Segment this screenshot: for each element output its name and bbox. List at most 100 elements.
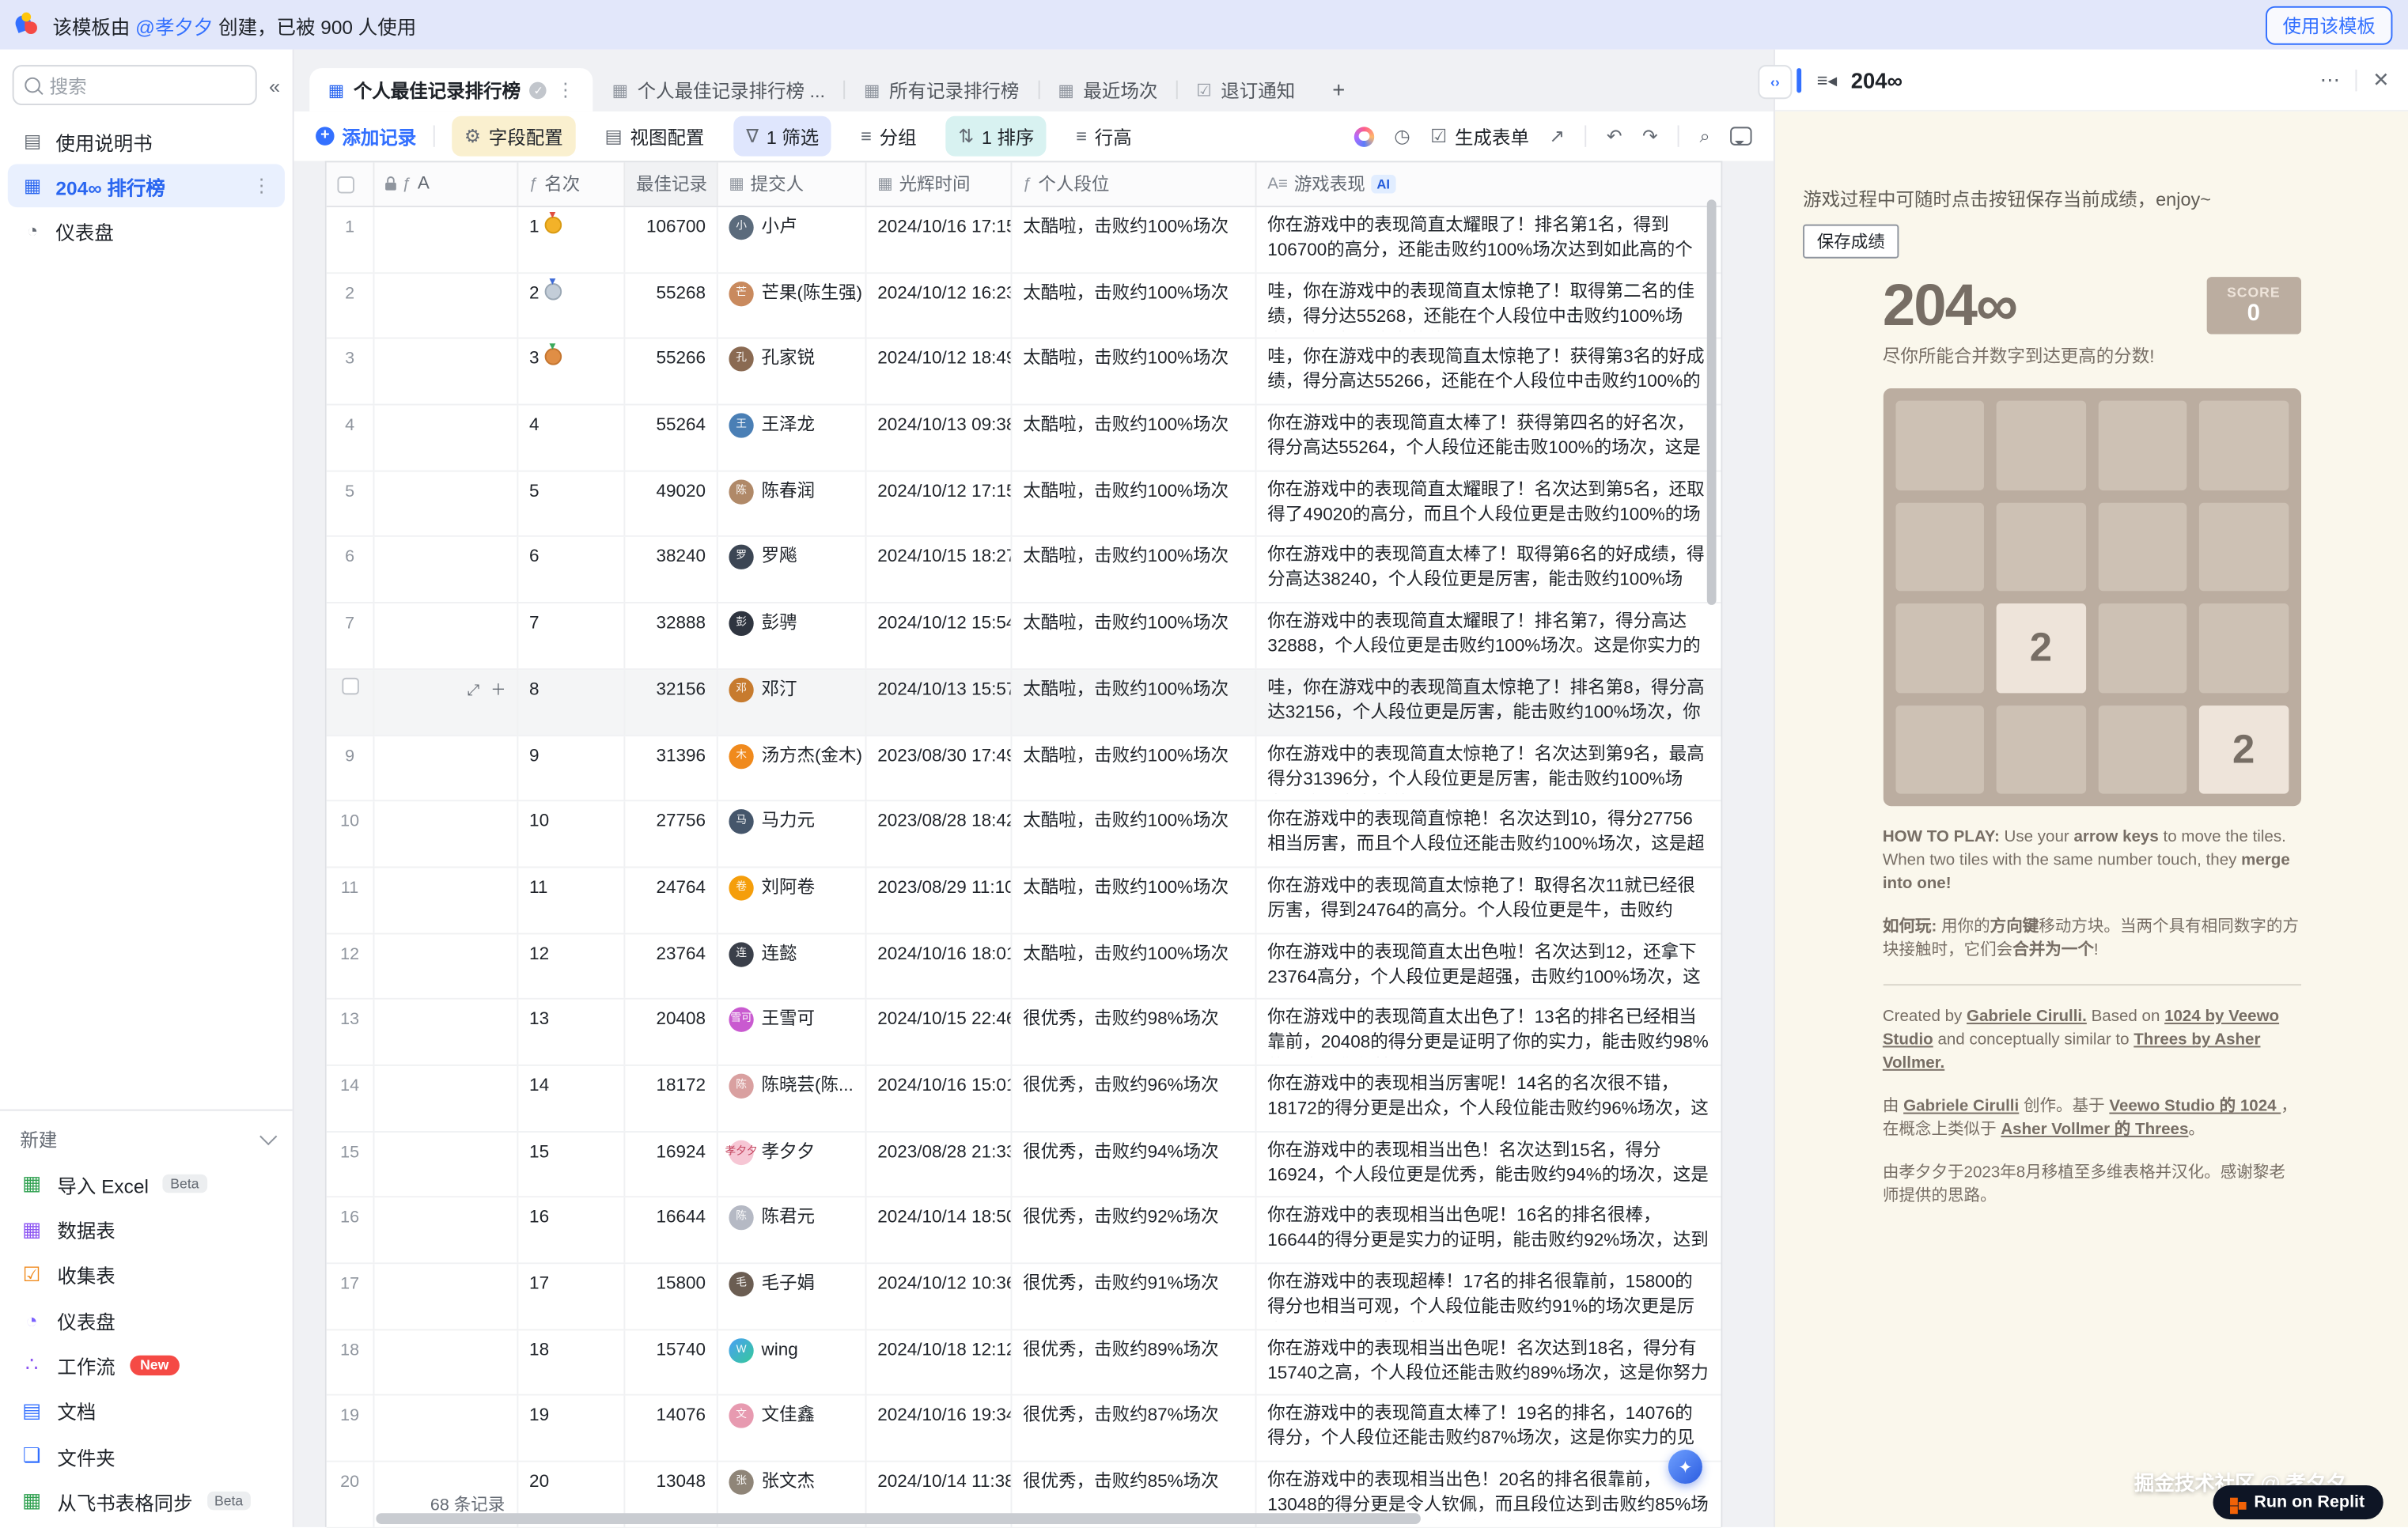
cell-tier[interactable]: 很优秀，击败约91%场次 <box>1012 1264 1256 1329</box>
table-row[interactable]: 121223764连连懿2024/10/16 18:01太酷啦，击败约100%场… <box>327 934 1721 1000</box>
cell-a[interactable] <box>374 406 518 471</box>
sidebar-item-dashboard[interactable]: ◔仪表盘 <box>8 209 285 252</box>
sidebar-collapse-icon[interactable]: « <box>269 74 280 96</box>
ai-magic-icon[interactable] <box>1354 126 1373 146</box>
cell-tier[interactable]: 太酷啦，击败约100%场次 <box>1012 736 1256 800</box>
cell-performance[interactable]: 你在游戏中的表现简直太出色啦！名次达到12，还拿下23764高分，个人段位更是超… <box>1257 934 1721 991</box>
cell-time[interactable]: 2023/08/28 18:42 <box>867 802 1013 867</box>
cell-score[interactable]: 55268 <box>625 274 717 339</box>
column-header-submitter[interactable]: ▦提交人 <box>718 162 867 206</box>
cell-time[interactable]: 2024/10/18 12:12 <box>867 1330 1013 1395</box>
cell-submitter[interactable]: 芒芒果(陈生强) <box>718 274 867 339</box>
cell-submitter[interactable]: 王王泽龙 <box>718 406 867 471</box>
cell-time[interactable]: 2024/10/13 09:38 <box>867 406 1013 471</box>
cell-a[interactable] <box>374 603 518 668</box>
view-config-button[interactable]: ▤视图配置 <box>593 116 717 157</box>
column-header-rank[interactable]: ƒ名次 <box>518 162 625 206</box>
cell-rank[interactable]: 16 <box>518 1198 625 1263</box>
cell-a[interactable] <box>374 1330 518 1395</box>
cell-performance[interactable]: 你在游戏中的表现简直太棒了！19名的排名，14076的得分，个人段位还能击败约8… <box>1257 1396 1721 1453</box>
cell-score[interactable]: 38240 <box>625 538 717 603</box>
cell-rank[interactable]: 13 <box>518 1000 625 1065</box>
select-all-checkbox[interactable] <box>327 162 375 206</box>
cell-performance[interactable]: 你在游戏中的表现简直太耀眼了！排名第1名，得到106700的高分，还能击败约10… <box>1257 207 1721 264</box>
table-row[interactable]: 9931396木汤方杰(金木)2023/08/30 17:49太酷啦，击败约10… <box>327 736 1721 802</box>
cell-tier[interactable]: 太酷啦，击败约100%场次 <box>1012 802 1256 867</box>
cell-performance[interactable]: 你在游戏中的表现相当出色！20名的排名很靠前，13048的得分更是令人钦佩，而且… <box>1257 1462 1721 1519</box>
new-section-header[interactable]: 新建 <box>0 1123 293 1162</box>
cell-rank[interactable]: 1 <box>518 207 625 272</box>
column-header-score[interactable]: 最佳记录 <box>625 162 717 206</box>
row-checkbox[interactable] <box>327 670 375 735</box>
cell-score[interactable]: 23764 <box>625 934 717 999</box>
cell-submitter[interactable]: 毛毛子娟 <box>718 1264 867 1329</box>
cell-tier[interactable]: 太酷啦，击败约100%场次 <box>1012 471 1256 536</box>
vertical-scrollbar[interactable] <box>1707 199 1717 605</box>
cell-performance[interactable]: 你在游戏中的表现简直太棒了！获得第四名的好名次，得分高达55264，个人段位还能… <box>1257 406 1721 463</box>
cell-submitter[interactable]: 孔孔家锐 <box>718 339 867 404</box>
table-row[interactable]: 101027756马马力元2023/08/28 18:42太酷啦，击败约100%… <box>327 802 1721 868</box>
author-link[interactable]: @孝夕夕 <box>135 17 213 38</box>
cell-tier[interactable]: 太酷啦，击败约100%场次 <box>1012 603 1256 668</box>
cell-a[interactable] <box>374 736 518 800</box>
cell-tier[interactable]: 太酷啦，击败约100%场次 <box>1012 339 1256 404</box>
close-icon[interactable]: ✕ <box>2372 67 2389 92</box>
cell-performance[interactable]: 你在游戏中的表现简直太耀眼了！排名第7，得分高达32888，个人段位更是击败约1… <box>1257 603 1721 660</box>
cell-rank[interactable]: 18 <box>518 1330 625 1395</box>
filter-button[interactable]: ∇1 筛选 <box>734 116 831 157</box>
cell-tier[interactable]: 很优秀，击败约96%场次 <box>1012 1066 1256 1131</box>
cell-rank[interactable]: 7 <box>518 603 625 668</box>
cell-submitter[interactable]: 小小卢 <box>718 207 867 272</box>
cell-performance[interactable]: 你在游戏中的表现简直太出色了！13名的排名已经相当靠前，20408的得分更是证明… <box>1257 1000 1721 1057</box>
field-config-button[interactable]: ⚙字段配置 <box>452 116 575 157</box>
expand-record-icon[interactable]: ⤢ <box>468 679 480 703</box>
cell-rank[interactable]: 8 <box>518 670 625 735</box>
cell-tier[interactable]: 很优秀，击败约89%场次 <box>1012 1330 1256 1395</box>
cell-time[interactable]: 2024/10/12 15:54 <box>867 603 1013 668</box>
find-in-table-icon[interactable]: ⌕ <box>1700 124 1710 147</box>
cell-performance[interactable]: 你在游戏中的表现简直太耀眼了！名次达到第5名，还取得了49020的高分，而且个人… <box>1257 471 1721 528</box>
cell-score[interactable]: 18172 <box>625 1066 717 1131</box>
cell-score[interactable]: 14076 <box>625 1396 717 1461</box>
cell-rank[interactable]: 12 <box>518 934 625 999</box>
cell-rank[interactable]: 10 <box>518 802 625 867</box>
table-row[interactable]: 161616644陈陈君元2024/10/14 18:50很优秀，击败约92%场… <box>327 1198 1721 1265</box>
credit-link[interactable]: Gabriele Cirulli <box>1903 1097 2019 1115</box>
cell-rank[interactable]: 14 <box>518 1066 625 1131</box>
new-item-doc[interactable]: ▤文档 <box>0 1388 293 1433</box>
cell-submitter[interactable]: 木汤方杰(金木) <box>718 736 867 800</box>
cell-rank[interactable]: 2 <box>518 274 625 339</box>
cell-score[interactable]: 20408 <box>625 1000 717 1065</box>
cell-tier[interactable]: 很优秀，击败约98%场次 <box>1012 1000 1256 1065</box>
cell-time[interactable]: 2023/08/30 17:49 <box>867 736 1013 800</box>
redo-icon[interactable]: ↷ <box>1642 125 1658 146</box>
cell-rank[interactable]: 15 <box>518 1132 625 1197</box>
cell-submitter[interactable]: 孝夕夕孝夕夕 <box>718 1132 867 1197</box>
cell-performance[interactable]: 你在游戏中的表现相当出色呢！16名的排名很棒，16644的得分更是实力的证明，能… <box>1257 1198 1721 1255</box>
cell-submitter[interactable]: 连连懿 <box>718 934 867 999</box>
cell-time[interactable]: 2024/10/15 22:46 <box>867 1000 1013 1065</box>
sidebar-item-doc[interactable]: ▤使用说明书 <box>8 119 285 163</box>
cell-score[interactable]: 15740 <box>625 1330 717 1395</box>
cell-tier[interactable]: 太酷啦，击败约100%场次 <box>1012 670 1256 735</box>
add-record-below-icon[interactable]: ＋ <box>490 679 506 703</box>
cell-a[interactable] <box>374 802 518 867</box>
table-row[interactable]: 131320408雪可王雪可2024/10/15 22:46很优秀，击败约98%… <box>327 1000 1721 1066</box>
cell-score[interactable]: 32156 <box>625 670 717 735</box>
cell-time[interactable]: 2024/10/15 18:27 <box>867 538 1013 603</box>
comment-icon[interactable] <box>1730 127 1751 145</box>
cell-time[interactable]: 2024/10/16 19:34 <box>867 1396 1013 1461</box>
cell-performance[interactable]: 你在游戏中的表现相当出色呢！名次达到18名，得分有15740之高，个人段位还能击… <box>1257 1330 1721 1387</box>
cell-tier[interactable]: 太酷啦，击败约100%场次 <box>1012 538 1256 603</box>
cell-time[interactable]: 2024/10/12 10:36 <box>867 1264 1013 1329</box>
cell-a[interactable] <box>374 1198 518 1263</box>
cell-a[interactable]: ⤢＋ <box>374 670 518 735</box>
row-tools[interactable]: ⤢＋ <box>468 679 506 703</box>
cell-tier[interactable]: 很优秀，击败约92%场次 <box>1012 1198 1256 1263</box>
cell-time[interactable]: 2024/10/13 15:57 <box>867 670 1013 735</box>
cell-rank[interactable]: 9 <box>518 736 625 800</box>
cell-score[interactable]: 16924 <box>625 1132 717 1197</box>
cell-performance[interactable]: 你在游戏中的表现简直太惊艳了！名次达到第9名，最高得分31396分，个人段位更是… <box>1257 736 1721 792</box>
cell-rank[interactable]: 17 <box>518 1264 625 1329</box>
cell-time[interactable]: 2023/08/28 21:33 <box>867 1132 1013 1197</box>
